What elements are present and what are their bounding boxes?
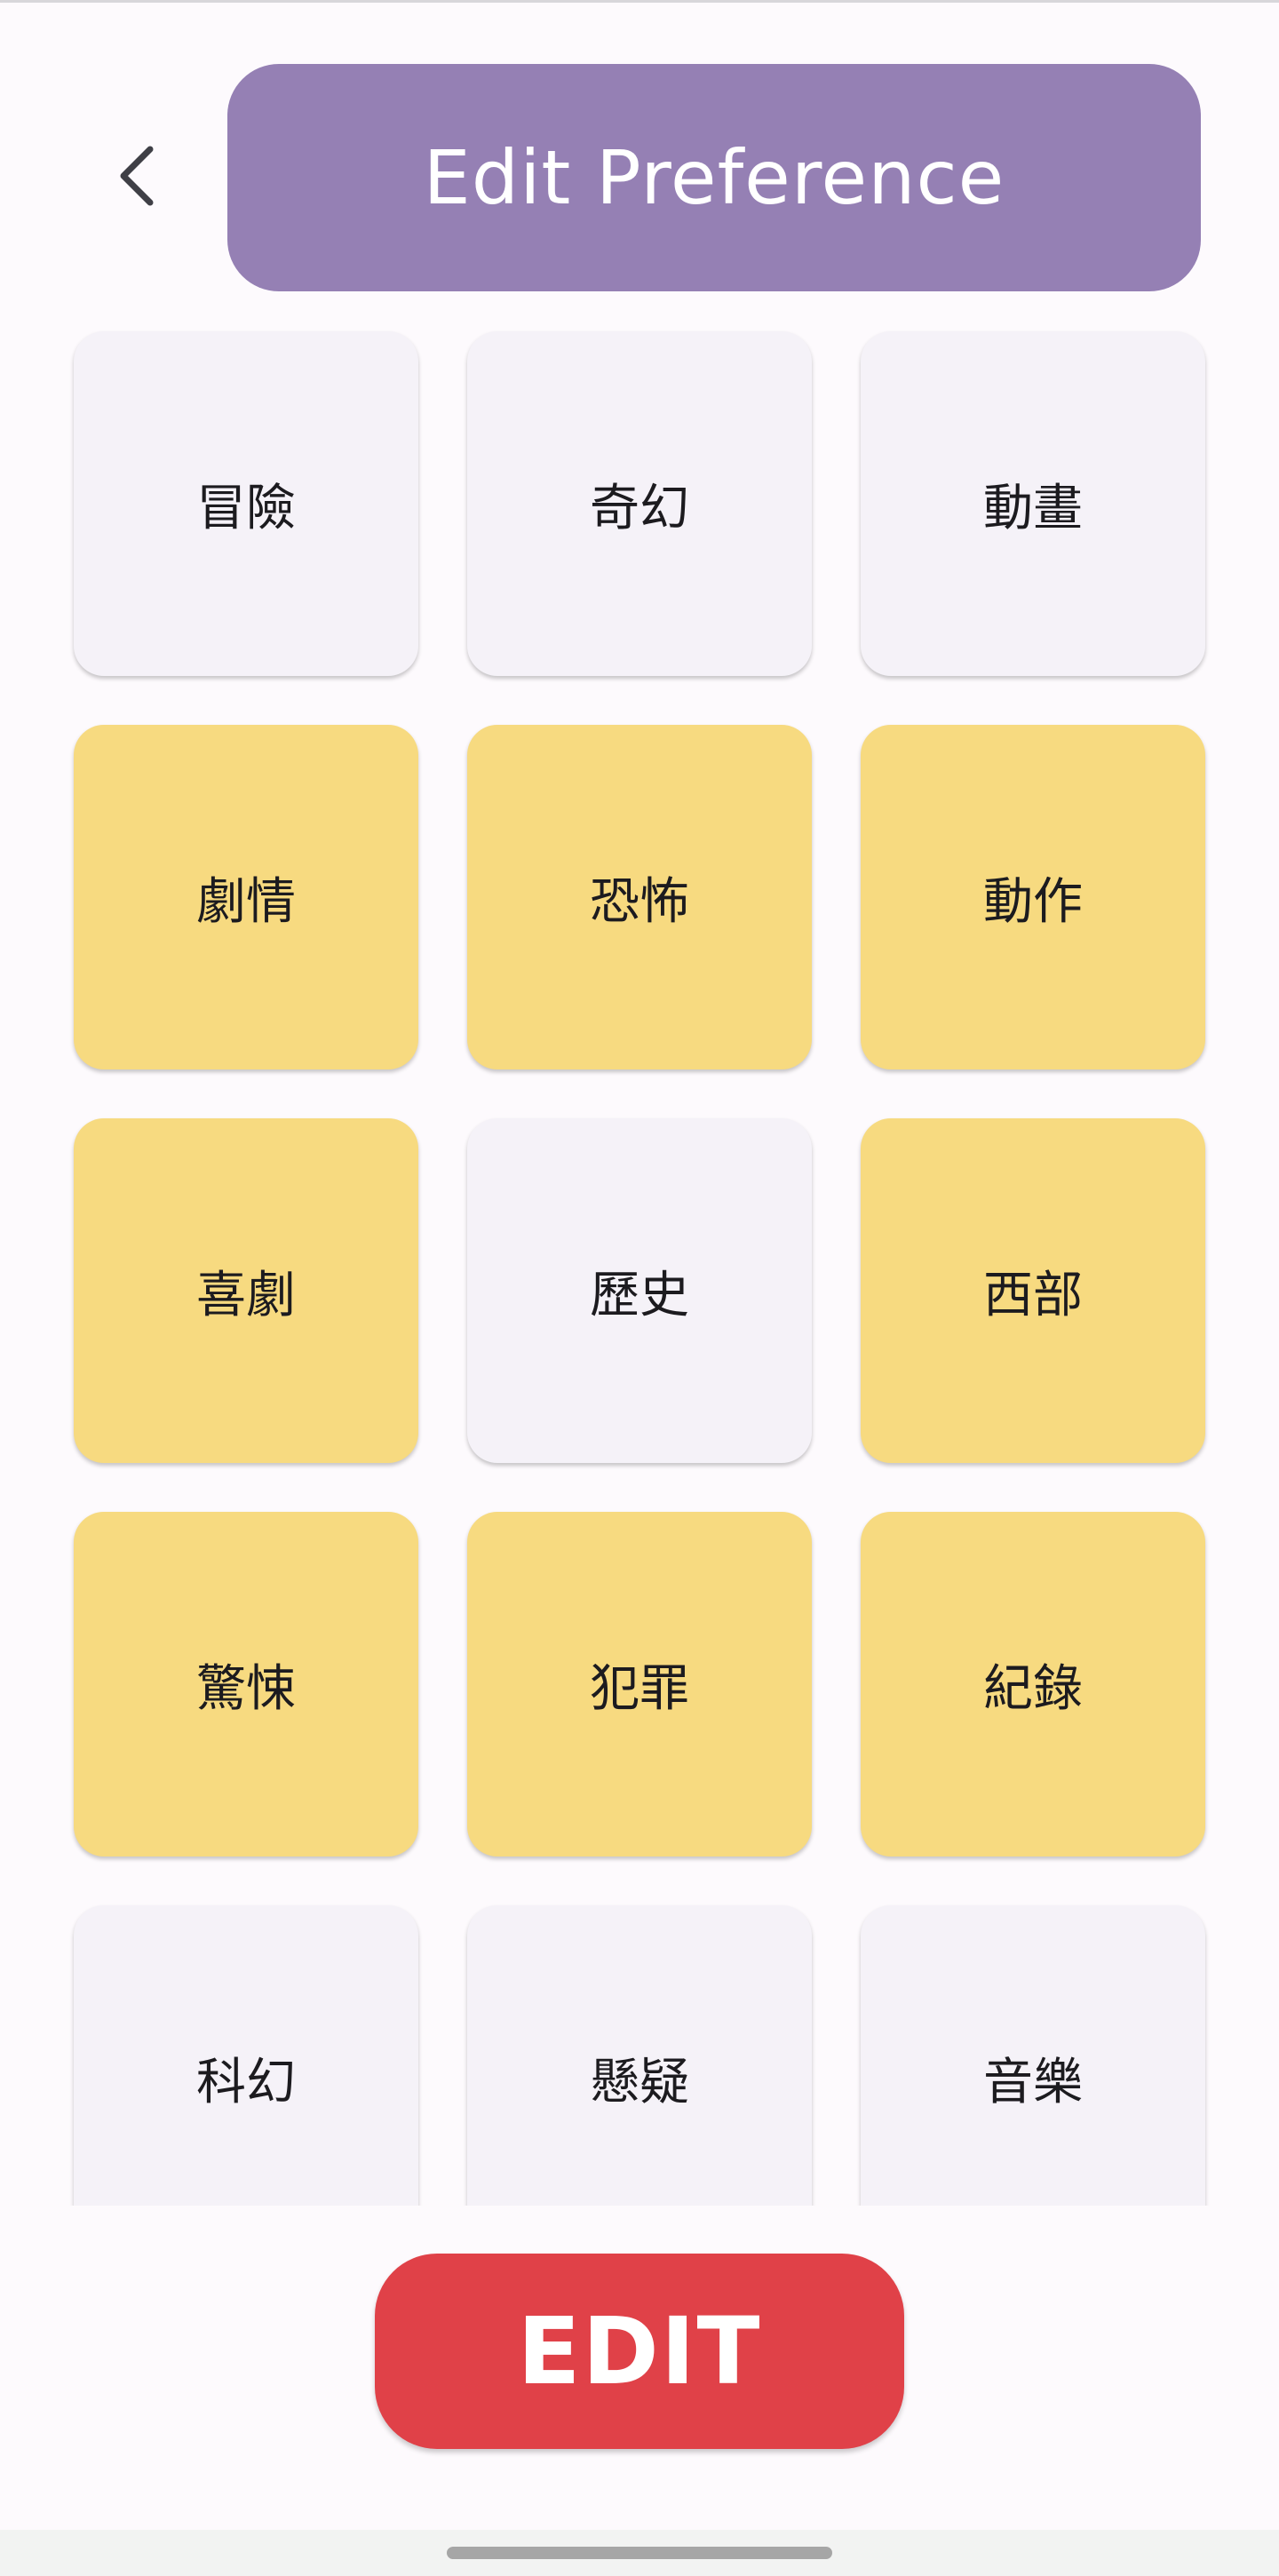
genre-label: 紀錄 [983, 1659, 1083, 1718]
genre-card[interactable]: 歷史 [467, 1118, 812, 1463]
genre-label: 動作 [983, 872, 1083, 931]
genre-card[interactable]: 音樂 [861, 1905, 1205, 2206]
genre-card[interactable]: 驚悚 [74, 1512, 418, 1856]
genre-card[interactable]: 懸疑 [467, 1905, 812, 2206]
genre-label: 冒險 [196, 479, 296, 537]
genre-card[interactable]: 冒險 [74, 331, 418, 676]
genre-label: 奇幻 [590, 479, 689, 537]
genre-card[interactable]: 紀錄 [861, 1512, 1205, 1856]
back-button[interactable] [98, 133, 178, 222]
genre-card[interactable]: 恐怖 [467, 725, 812, 1069]
genre-card[interactable]: 動作 [861, 725, 1205, 1069]
status-bar-edge [0, 0, 1279, 3]
genre-label: 西部 [983, 1266, 1083, 1324]
genre-card[interactable]: 喜劇 [74, 1118, 418, 1463]
header-title-pill: Edit Preference [227, 64, 1201, 291]
edit-button-label: EDIT [517, 2297, 762, 2405]
home-indicator[interactable] [447, 2547, 832, 2559]
genre-card[interactable]: 犯罪 [467, 1512, 812, 1856]
genre-card[interactable]: 動畫 [861, 331, 1205, 676]
genre-card[interactable]: 劇情 [74, 725, 418, 1069]
genre-label: 歷史 [590, 1266, 689, 1324]
genre-card[interactable]: 西部 [861, 1118, 1205, 1463]
genre-grid: 冒險 奇幻 動畫劇情 恐怖 動作喜劇 歷史 西部驚悚 犯罪 紀錄科幻 懸疑 音樂 [74, 331, 1205, 2206]
genre-grid-scroll[interactable]: 冒險 奇幻 動畫劇情 恐怖 動作喜劇 歷史 西部驚悚 犯罪 紀錄科幻 懸疑 音樂 [0, 324, 1279, 2206]
genre-label: 犯罪 [590, 1659, 689, 1718]
chevron-left-icon [113, 142, 163, 213]
genre-label: 音樂 [983, 2053, 1083, 2111]
page-title: Edit Preference [423, 134, 1005, 221]
genre-card[interactable]: 科幻 [74, 1905, 418, 2206]
genre-label: 科幻 [196, 2053, 296, 2111]
genre-label: 恐怖 [590, 872, 689, 931]
genre-label: 懸疑 [590, 2053, 689, 2111]
genre-label: 驚悚 [196, 1659, 296, 1718]
genre-label: 動畫 [983, 479, 1083, 537]
edit-button[interactable]: EDIT [375, 2254, 904, 2449]
genre-label: 劇情 [196, 872, 296, 931]
genre-card[interactable]: 奇幻 [467, 331, 812, 676]
genre-label: 喜劇 [196, 1266, 296, 1324]
